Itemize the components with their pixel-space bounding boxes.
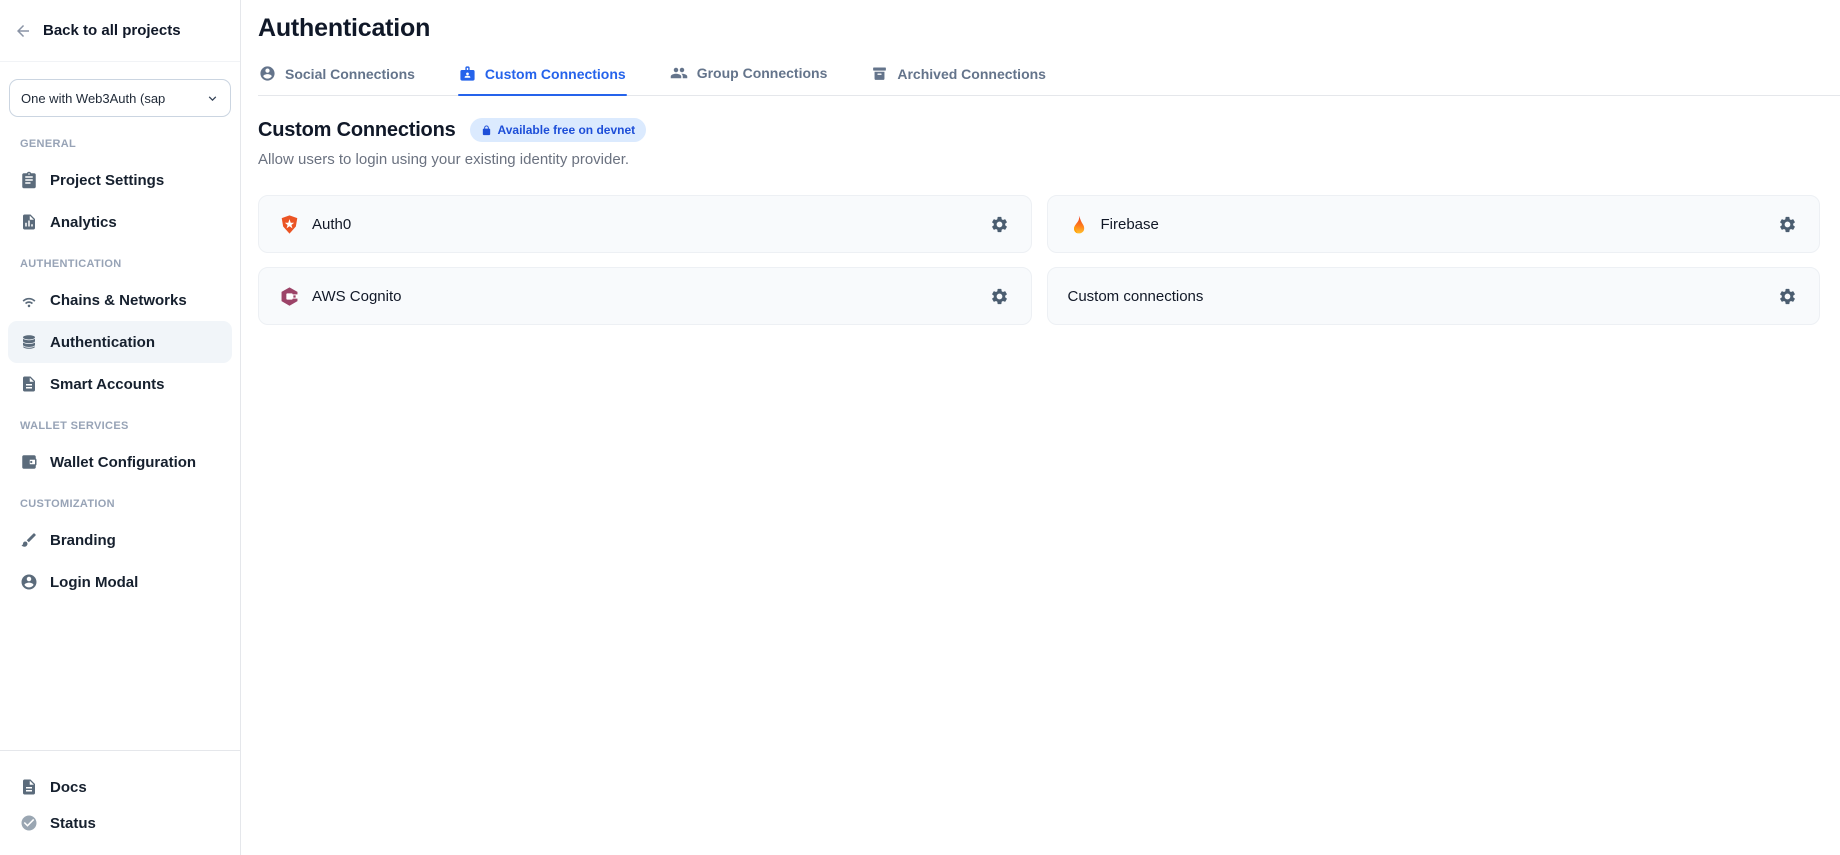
card-label: Firebase (1101, 216, 1159, 233)
sidebar-item-label: Analytics (50, 214, 117, 231)
tab-label: Social Connections (285, 66, 415, 82)
card-label: Custom connections (1068, 288, 1204, 305)
badge-label: Available free on devnet (498, 123, 636, 137)
section-label-wallet-services: WALLET SERVICES (8, 405, 232, 441)
group-icon (670, 64, 688, 82)
sidebar-item-label: Login Modal (50, 574, 138, 591)
section-header: Custom Connections Available free on dev… (258, 118, 1820, 142)
chevron-down-icon (205, 91, 220, 106)
lock-icon (481, 125, 492, 136)
tab-archived-connections[interactable]: Archived Connections (870, 65, 1047, 95)
project-selector-value: One with Web3Auth (sap (21, 91, 165, 106)
tab-bar: Social Connections Custom Connections Gr… (258, 64, 1840, 96)
sidebar: Back to all projects One with Web3Auth (… (0, 0, 241, 855)
tab-label: Custom Connections (485, 66, 626, 82)
analytics-icon (20, 213, 38, 231)
sidebar-item-label: Smart Accounts (50, 376, 164, 393)
clipboard-icon (20, 171, 38, 189)
sidebar-item-label: Branding (50, 532, 116, 549)
devnet-badge: Available free on devnet (470, 118, 647, 142)
sidebar-item-authentication[interactable]: Authentication (8, 321, 232, 363)
gear-icon[interactable] (990, 215, 1009, 234)
sidebar-item-smart-accounts[interactable]: Smart Accounts (8, 363, 232, 405)
user-circle-icon (20, 573, 38, 591)
sidebar-item-label: Docs (50, 779, 87, 796)
sidebar-item-label: Authentication (50, 334, 155, 351)
card-label: AWS Cognito (312, 288, 401, 305)
sidebar-item-analytics[interactable]: Analytics (8, 201, 232, 243)
section-label-general: GENERAL (8, 123, 232, 159)
tab-label: Group Connections (697, 65, 828, 81)
sidebar-item-status[interactable]: Status (8, 805, 232, 841)
card-label: Auth0 (312, 216, 351, 233)
main-content: Authentication Social Connections Custom… (241, 0, 1840, 855)
sidebar-item-chains-networks[interactable]: Chains & Networks (8, 279, 232, 321)
tab-group-connections[interactable]: Group Connections (669, 64, 829, 95)
card-auth0[interactable]: Auth0 (258, 195, 1032, 253)
database-icon (20, 333, 38, 351)
sidebar-item-docs[interactable]: Docs (8, 769, 232, 805)
arrow-left-icon (14, 22, 32, 40)
back-to-projects-link[interactable]: Back to all projects (0, 0, 240, 62)
sidebar-item-project-settings[interactable]: Project Settings (8, 159, 232, 201)
back-label: Back to all projects (43, 22, 181, 39)
sidebar-item-branding[interactable]: Branding (8, 519, 232, 561)
page-title: Authentication (258, 14, 1820, 43)
aws-cognito-icon (279, 286, 300, 307)
sidebar-item-label: Chains & Networks (50, 292, 187, 309)
project-selector[interactable]: One with Web3Auth (sap (9, 79, 231, 117)
file-icon (20, 375, 38, 393)
connections-grid: Auth0 Firebase (258, 195, 1820, 325)
section-label-authentication: AUTHENTICATION (8, 243, 232, 279)
tab-social-connections[interactable]: Social Connections (258, 65, 416, 95)
section-label-customization: CUSTOMIZATION (8, 483, 232, 519)
sidebar-nav: GENERAL Project Settings Analytics AUTHE… (0, 117, 240, 603)
tab-custom-connections[interactable]: Custom Connections (458, 65, 627, 95)
brush-icon (20, 531, 38, 549)
doc-icon (20, 778, 38, 796)
card-firebase[interactable]: Firebase (1047, 195, 1821, 253)
section-title: Custom Connections (258, 119, 456, 142)
sidebar-item-label: Wallet Configuration (50, 454, 196, 471)
id-badge-icon (459, 65, 476, 82)
firebase-icon (1068, 214, 1089, 235)
gear-icon[interactable] (990, 287, 1009, 306)
sidebar-footer: Docs Status (0, 750, 240, 851)
wifi-icon (20, 291, 38, 309)
card-aws-cognito[interactable]: AWS Cognito (258, 267, 1032, 325)
check-circle-icon (20, 814, 38, 832)
sidebar-item-login-modal[interactable]: Login Modal (8, 561, 232, 603)
auth0-icon (279, 214, 300, 235)
tab-label: Archived Connections (897, 66, 1046, 82)
sidebar-item-label: Status (50, 815, 96, 832)
user-circle-icon (259, 65, 276, 82)
card-custom-connections[interactable]: Custom connections (1047, 267, 1821, 325)
gear-icon[interactable] (1778, 215, 1797, 234)
sidebar-item-label: Project Settings (50, 172, 164, 189)
gear-icon[interactable] (1778, 287, 1797, 306)
archive-icon (871, 65, 888, 82)
sidebar-item-wallet-configuration[interactable]: Wallet Configuration (8, 441, 232, 483)
wallet-icon (20, 453, 38, 471)
section-description: Allow users to login using your existing… (258, 151, 1820, 168)
